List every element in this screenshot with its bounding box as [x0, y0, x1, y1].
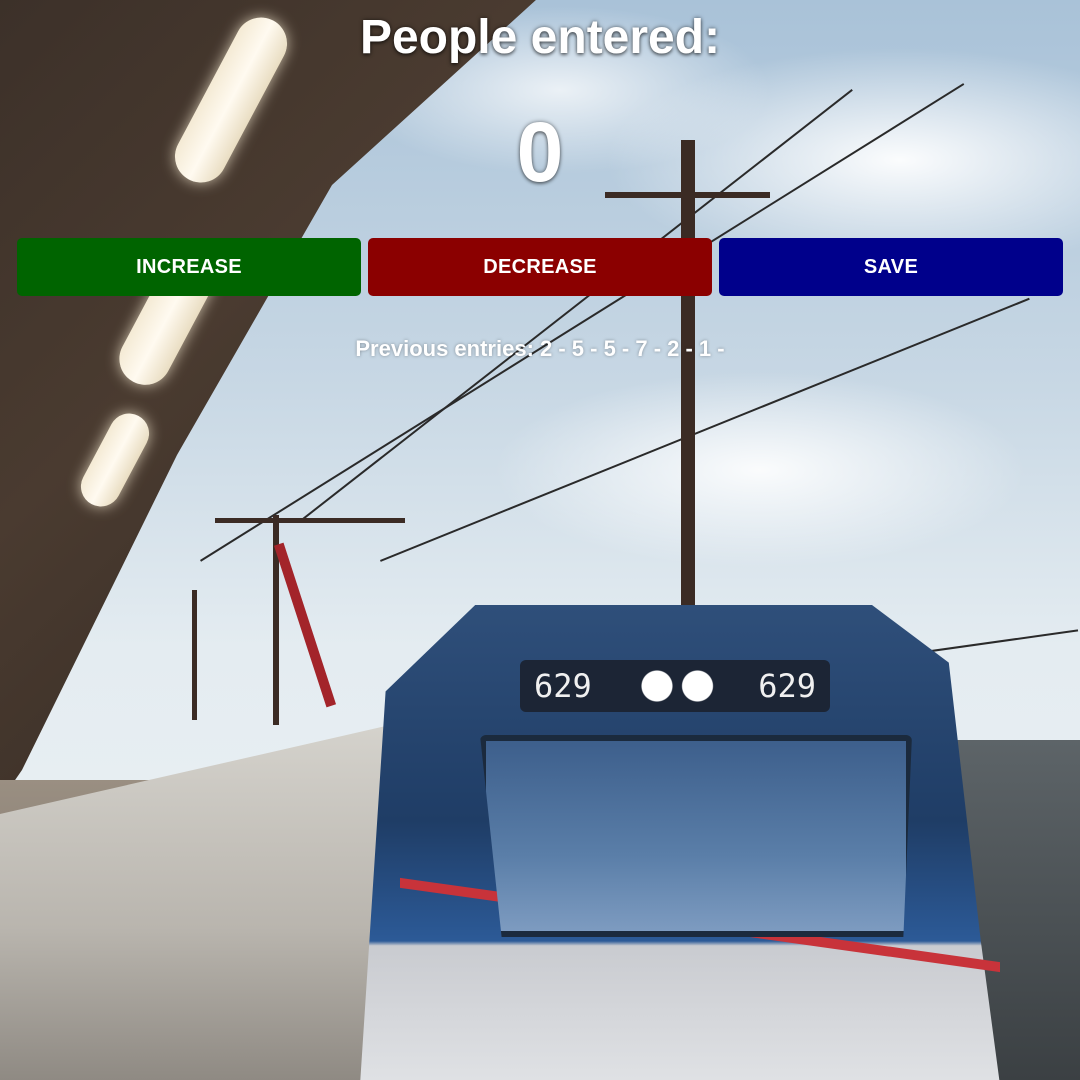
page-title: People entered:	[359, 11, 721, 64]
decrease-button[interactable]: DECREASE	[368, 238, 712, 296]
button-row: INCREASE DECREASE SAVE	[17, 238, 1063, 296]
counter-app: People entered: 0 INCREASE DECREASE SAVE…	[0, 0, 1080, 1080]
people-count: 0	[516, 105, 564, 199]
previous-entries: Previous entries: 2 - 5 - 5 - 7 - 2 - 1 …	[355, 336, 725, 361]
increase-button[interactable]: INCREASE	[17, 238, 361, 296]
save-button[interactable]: SAVE	[719, 238, 1063, 296]
